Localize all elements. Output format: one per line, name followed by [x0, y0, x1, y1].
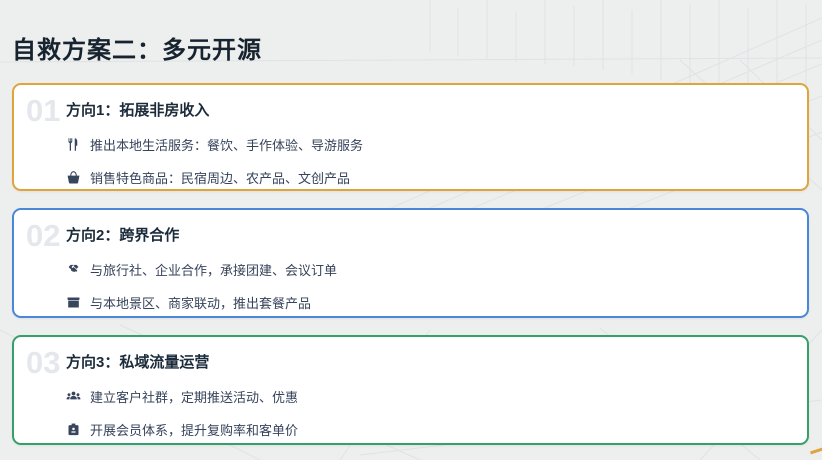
card-direction-1: 01 方向1：拓展非房收入 推出本地生活服务：餐饮、手作体验、导游服务	[12, 83, 809, 191]
bullet-item: 与旅行社、企业合作，承接团建、会议订单	[66, 260, 791, 279]
card-content: 方向2：跨界合作 与旅行社、企业合作，承接团建、会议订单 与本	[66, 224, 791, 326]
bullet-item: 开展会员体系，提升复购率和客单价	[66, 420, 791, 439]
card-heading: 方向3：私域流量运营	[66, 351, 791, 372]
slide: 自救方案二：多元开源 01 方向1：拓展非房收入 推出本地生活服务：餐饮、手作体…	[0, 0, 822, 460]
storefront-icon	[66, 295, 81, 310]
membership-card-icon	[66, 422, 81, 437]
handshake-icon	[66, 262, 81, 277]
bullet-text: 开展会员体系，提升复购率和客单价	[90, 420, 298, 439]
bullet-item: 与本地景区、商家联动，推出套餐产品	[66, 293, 791, 312]
card-direction-2: 02 方向2：跨界合作 与旅行社、企业合作，承接团建、会议订单	[12, 208, 809, 318]
bullet-item: 建立客户社群，定期推送活动、优惠	[66, 387, 791, 406]
bullet-item: 销售特色商品：民宿周边、农产品、文创产品	[66, 168, 791, 187]
page-title: 自救方案二：多元开源	[12, 30, 262, 65]
users-group-icon	[66, 389, 81, 404]
card-number: 01	[26, 95, 60, 126]
utensils-icon	[66, 137, 81, 152]
card-content: 方向3：私域流量运营 建立客户社群，定期推送活动、优惠	[66, 351, 791, 453]
card-heading: 方向2：跨界合作	[66, 224, 791, 245]
bullet-text: 推出本地生活服务：餐饮、手作体验、导游服务	[90, 135, 363, 154]
bullet-text: 建立客户社群，定期推送活动、优惠	[90, 387, 298, 406]
bullet-item: 推出本地生活服务：餐饮、手作体验、导游服务	[66, 135, 791, 154]
bullet-text: 与本地景区、商家联动，推出套餐产品	[90, 293, 311, 312]
bullet-text: 销售特色商品：民宿周边、农产品、文创产品	[90, 168, 350, 187]
bullet-text: 与旅行社、企业合作，承接团建、会议订单	[90, 260, 337, 279]
card-heading: 方向1：拓展非房收入	[66, 99, 791, 120]
decorative-corner-mark	[810, 446, 822, 453]
card-number: 03	[26, 347, 60, 378]
card-content: 方向1：拓展非房收入 推出本地生活服务：餐饮、手作体验、导游服务	[66, 99, 791, 201]
shopping-basket-icon	[66, 170, 81, 185]
card-number: 02	[26, 220, 60, 251]
card-direction-3: 03 方向3：私域流量运营 建立客户社群，定期推送活动、优惠	[12, 335, 809, 445]
